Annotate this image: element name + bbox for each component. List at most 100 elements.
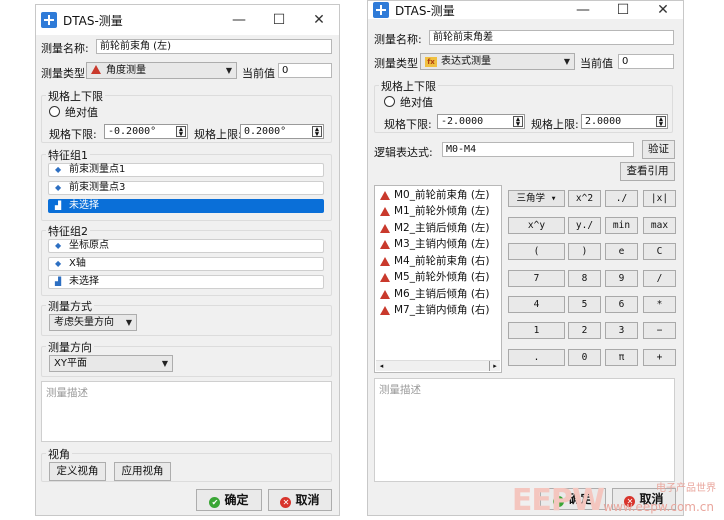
list-item[interactable]: M7_主销内倾角 (右) <box>378 303 490 318</box>
cancel-icon: ✕ <box>280 497 292 508</box>
lower-label: 规格下限: <box>384 118 432 131</box>
app-icon <box>41 12 57 28</box>
right-dialog: DTAS-测量 — ☐ ✕ 测量名称: 前轮前束角差 测量类型 fx 表达式测量 … <box>367 0 684 516</box>
description-textarea[interactable]: 测量描述 <box>41 381 332 442</box>
type-select[interactable]: fx 表达式测量 ▼ <box>420 53 575 70</box>
lower-spinbox[interactable]: -2.0000 ▲ ▼ <box>437 114 525 129</box>
feature1-item[interactable]: ◆ 前束测量点3 <box>48 181 324 195</box>
feature1-item[interactable]: ◆ 前束测量点1 <box>48 163 324 177</box>
lower-value: -2.0000 <box>441 116 484 127</box>
minimize-button[interactable]: — <box>563 1 603 19</box>
scroll-right-icon[interactable]: ▸ <box>489 361 500 371</box>
key-root[interactable]: y./ <box>568 217 601 234</box>
angle-icon <box>380 306 390 315</box>
list-item-label: M6_主销后倾角 (右) <box>394 288 490 300</box>
type-label: 测量类型 <box>41 67 85 80</box>
key-0[interactable]: 0 <box>568 349 601 366</box>
close-button[interactable]: ✕ <box>643 1 683 19</box>
key-plus[interactable]: + <box>643 349 676 366</box>
trig-label: 三角学 <box>516 193 546 204</box>
upper-label: 规格上限: <box>531 118 579 131</box>
key-multiply[interactable]: * <box>643 296 676 313</box>
key-8[interactable]: 8 <box>568 270 601 287</box>
key-minus[interactable]: − <box>643 322 676 339</box>
key-square[interactable]: x^2 <box>568 190 601 207</box>
key-lparen[interactable]: ( <box>508 243 565 260</box>
feature2-item[interactable]: ◆ 坐标原点 <box>48 239 324 253</box>
list-item[interactable]: M3_主销内倾角 (左) <box>378 237 490 252</box>
key-2[interactable]: 2 <box>568 322 601 339</box>
spin-arrows-icon[interactable]: ▲ ▼ <box>513 116 523 128</box>
verify-button[interactable]: 验证 <box>642 140 675 159</box>
list-item[interactable]: M6_主销后倾角 (右) <box>378 287 490 302</box>
key-power[interactable]: x^y <box>508 217 565 234</box>
key-9[interactable]: 9 <box>605 270 638 287</box>
list-item-label: M3_主销内倾角 (左) <box>394 238 490 250</box>
key-sqrt[interactable]: ./ <box>605 190 638 207</box>
maximize-button[interactable]: ☐ <box>259 5 299 35</box>
key-pi[interactable]: π <box>605 349 638 366</box>
type-select[interactable]: 角度测量 ▼ <box>86 62 237 79</box>
spin-arrows-icon[interactable]: ▲ ▼ <box>176 126 186 138</box>
feature2-item[interactable]: ▟ 未选择 <box>48 275 324 289</box>
lower-spinbox[interactable]: -0.2000° ▲ ▼ <box>104 124 188 139</box>
cancel-button[interactable]: ✕ 取消 <box>268 489 332 511</box>
apply-view-button[interactable]: 应用视角 <box>114 462 171 481</box>
key-6[interactable]: 6 <box>605 296 638 313</box>
key-4[interactable]: 4 <box>508 296 565 313</box>
feature1-group: 特征组1 ◆ 前束测量点1 ◆ 前束测量点3 ▟ 未选择 <box>41 147 332 221</box>
maximize-button[interactable]: ☐ <box>603 1 643 19</box>
absolute-radio[interactable] <box>49 106 60 117</box>
upper-spinbox[interactable]: 0.2000° ▲ ▼ <box>240 124 324 139</box>
view-title: 视角 <box>46 446 72 462</box>
key-min[interactable]: min <box>605 217 638 234</box>
upper-spinbox[interactable]: 2.0000 ▲ ▼ <box>581 114 668 129</box>
key-clear[interactable]: C <box>643 243 676 260</box>
key-max[interactable]: max <box>643 217 676 234</box>
window-title: DTAS-测量 <box>395 3 455 18</box>
method-select[interactable]: 考虑矢量方向 ▼ <box>49 314 137 331</box>
measure-list[interactable]: M0_前轮前束角 (左) M1_前轮外倾角 (左) M2_主销后倾角 (左) M… <box>374 185 502 373</box>
scroll-left-icon[interactable]: ◂ <box>376 361 387 371</box>
list-item[interactable]: M5_前轮外倾角 (右) <box>378 270 490 285</box>
key-rparen[interactable]: ) <box>568 243 601 260</box>
point-icon: ◆ <box>55 165 62 174</box>
limits-group-title: 规格上下限 <box>379 78 438 94</box>
key-divide[interactable]: / <box>643 270 676 287</box>
key-1[interactable]: 1 <box>508 322 565 339</box>
key-e[interactable]: e <box>605 243 638 260</box>
feature2-item[interactable]: ◆ X轴 <box>48 257 324 271</box>
view-refs-button[interactable]: 查看引用 <box>620 162 675 181</box>
absolute-radio[interactable] <box>384 96 395 107</box>
minimize-button[interactable]: — <box>219 5 259 35</box>
direction-select[interactable]: XY平面 ▼ <box>49 355 173 372</box>
chevron-down-icon: ▼ <box>225 66 232 75</box>
angle-icon <box>91 65 101 74</box>
list-item[interactable]: M1_前轮外倾角 (左) <box>378 204 490 219</box>
key-7[interactable]: 7 <box>508 270 565 287</box>
key-5[interactable]: 5 <box>568 296 601 313</box>
fx-icon: fx <box>425 57 437 67</box>
description-textarea[interactable]: 测量描述 <box>374 378 675 482</box>
list-item[interactable]: M0_前轮前束角 (左) <box>378 188 490 203</box>
key-3[interactable]: 3 <box>605 322 638 339</box>
name-input[interactable]: 前轮前束角 (左) <box>96 39 332 54</box>
list-item[interactable]: M4_前轮前束角 (右) <box>378 254 490 269</box>
spin-arrows-icon[interactable]: ▲ ▼ <box>656 116 666 128</box>
key-decimal[interactable]: . <box>508 349 565 366</box>
current-value: 0 <box>278 63 332 78</box>
expr-input[interactable]: M0-M4 <box>442 142 634 157</box>
close-button[interactable]: ✕ <box>299 5 339 35</box>
list-item[interactable]: M2_主销后倾角 (左) <box>378 221 490 236</box>
define-view-button[interactable]: 定义视角 <box>49 462 106 481</box>
spin-arrows-icon[interactable]: ▲ ▼ <box>312 126 322 138</box>
horizontal-scrollbar[interactable]: ◂ ▸ <box>376 360 500 371</box>
cancel-label: 取消 <box>295 493 320 507</box>
name-input[interactable]: 前轮前束角差 <box>429 30 674 45</box>
trig-select[interactable]: 三角学 ▾ <box>508 190 565 207</box>
left-dialog: DTAS-测量 — ☐ ✕ 测量名称: 前轮前束角 (左) 测量类型 角度测量 … <box>35 4 340 516</box>
ok-button[interactable]: ✔ 确定 <box>196 489 262 511</box>
feature1-item-selected[interactable]: ▟ 未选择 <box>48 199 324 213</box>
angle-icon <box>380 224 390 233</box>
key-abs[interactable]: |x| <box>643 190 676 207</box>
